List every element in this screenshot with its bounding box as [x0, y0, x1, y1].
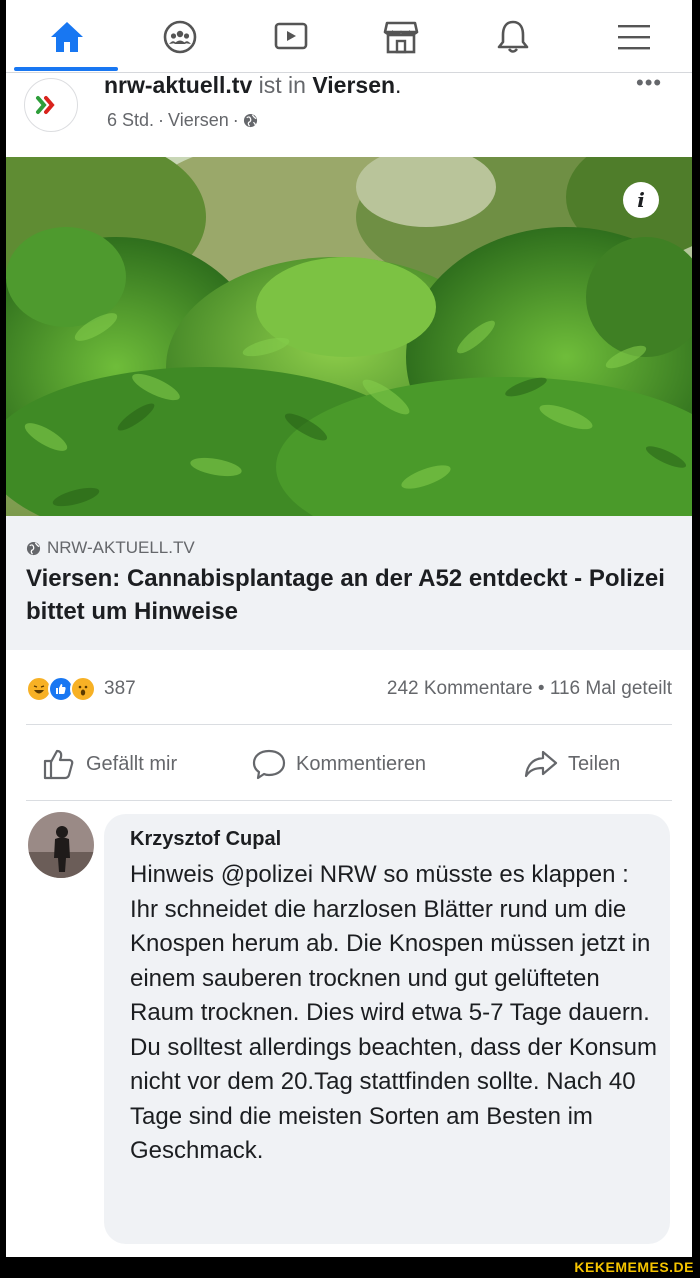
globe-icon	[243, 113, 257, 128]
post-title: nrw-aktuell.tv ist in Viersen.	[104, 72, 401, 99]
like-label: Gefällt mir	[86, 752, 178, 775]
info-icon[interactable]: i	[623, 182, 659, 218]
nav-marketplace[interactable]	[378, 14, 424, 60]
commenter-avatar[interactable]	[28, 812, 94, 878]
person-silhouette-photo	[28, 812, 94, 878]
nav-home[interactable]	[44, 14, 90, 60]
link-domain: NRW-AKTUELL.TV	[47, 538, 195, 557]
share-label: Teilen	[568, 752, 621, 775]
post-time[interactable]: 6 Std.	[107, 110, 154, 131]
cannabis-plants-photo	[6, 157, 692, 516]
title-period: .	[395, 72, 402, 98]
divider-bottom	[26, 800, 672, 801]
link-source: NRW-AKTUELL.TV	[26, 538, 195, 558]
nav-notifications[interactable]	[490, 14, 536, 60]
like-button[interactable]: Gefällt mir	[42, 744, 177, 784]
link-title[interactable]: Viersen: Cannabisplantage an der A52 ent…	[26, 562, 686, 628]
nrw-logo-icon	[36, 96, 55, 114]
top-nav	[6, 0, 692, 74]
divider-top	[26, 724, 672, 725]
post-options-button[interactable]: •••	[636, 70, 662, 96]
globe-icon	[26, 541, 41, 555]
meta-separator: ·	[232, 110, 239, 130]
page-name-link[interactable]: nrw-aktuell.tv	[104, 72, 252, 98]
post-image[interactable]	[6, 157, 692, 516]
home-icon	[51, 22, 83, 52]
comment-button[interactable]: Kommentieren	[252, 744, 426, 784]
nav-watch[interactable]	[268, 14, 314, 60]
thumbs-up-icon	[43, 749, 74, 780]
watermark-logo: KEKEMEMES.DE	[568, 1257, 700, 1278]
meta-separator: ·	[158, 110, 165, 130]
post-meta: 6 Std. · Viersen ·	[107, 110, 258, 131]
watch-video-icon	[274, 22, 308, 50]
share-icon	[524, 750, 558, 778]
is-in-text: ist in	[258, 72, 306, 98]
page-avatar[interactable]	[24, 78, 78, 132]
comment-icon	[252, 749, 286, 780]
reactions-summary[interactable]: 387	[26, 676, 136, 702]
nav-groups[interactable]	[157, 14, 203, 60]
post-location[interactable]: Viersen	[168, 110, 229, 131]
comment-text: Hinweis @polizei NRW so müsste es klappe…	[130, 861, 657, 1164]
wow-reaction-icon	[70, 676, 96, 702]
nav-active-indicator	[14, 67, 118, 71]
menu-icon	[618, 25, 650, 50]
place-link[interactable]: Viersen	[312, 72, 395, 98]
comments-shares-count[interactable]: 242 Kommentare • 116 Mal geteilt	[387, 678, 672, 700]
reaction-count: 387	[104, 678, 136, 699]
nav-menu[interactable]	[611, 14, 657, 60]
share-button[interactable]: Teilen	[524, 744, 620, 784]
app-frame: nrw-aktuell.tv ist in Viersen. 6 Std. · …	[6, 0, 692, 1257]
marketplace-icon	[383, 21, 419, 54]
comment-author[interactable]: Krzysztof Cupal	[130, 828, 281, 851]
groups-icon	[163, 20, 197, 54]
comment-label: Kommentieren	[296, 752, 427, 775]
bell-icon	[497, 20, 529, 53]
